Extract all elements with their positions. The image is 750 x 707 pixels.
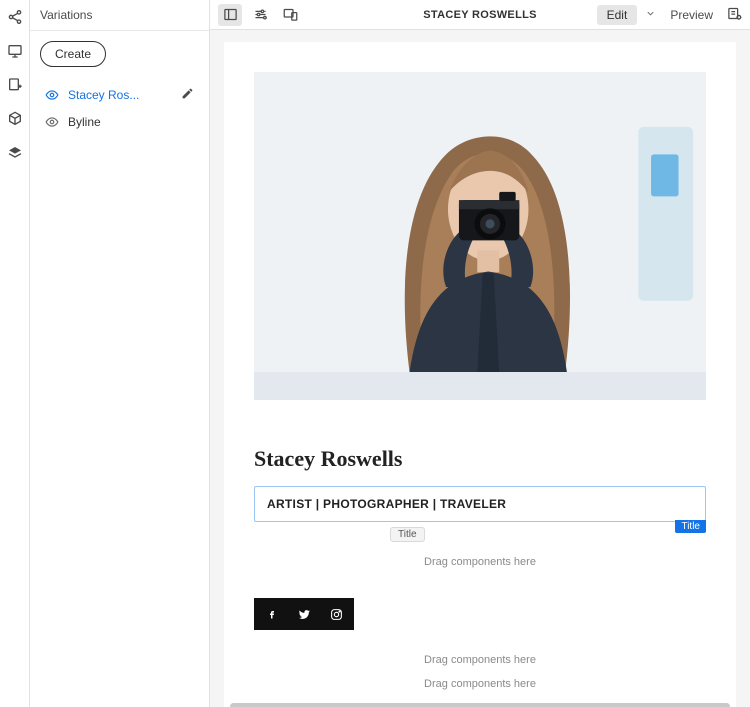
layers-icon[interactable] (6, 144, 24, 162)
variations-list: Stacey Ros... Byline (40, 81, 199, 135)
content-heading[interactable]: Stacey Roswells (254, 446, 706, 472)
drop-zone[interactable]: Drag components here (254, 552, 706, 572)
devices-icon[interactable] (278, 4, 302, 26)
variation-label: Stacey Ros... (68, 88, 181, 102)
page-frame: Stacey Roswells ARTIST | PHOTOGRAPHER | … (224, 42, 736, 707)
top-toolbar: STACEY ROSWELLS Edit Preview (210, 0, 750, 30)
social-bar[interactable] (254, 598, 354, 630)
left-icon-rail (0, 0, 30, 707)
editor-canvas: Stacey Roswells ARTIST | PHOTOGRAPHER | … (210, 30, 750, 707)
properties-icon[interactable] (727, 6, 742, 24)
title-text: ARTIST | PHOTOGRAPHER | TRAVELER (267, 497, 693, 511)
main-area: STACEY ROSWELLS Edit Preview (210, 0, 750, 707)
horizontal-scrollbar[interactable] (230, 703, 730, 707)
preview-button[interactable]: Preview (664, 5, 719, 25)
variation-item-stacey[interactable]: Stacey Ros... (40, 81, 199, 109)
twitter-icon[interactable] (296, 606, 312, 622)
cube-icon[interactable] (6, 110, 24, 128)
layout-panel-icon[interactable] (218, 4, 242, 26)
share-icon[interactable] (6, 8, 24, 26)
variations-header: Variations (30, 0, 209, 31)
drop-zone[interactable]: Drag components here (254, 674, 706, 694)
title-chip[interactable]: Title (390, 527, 425, 542)
title-component[interactable]: ARTIST | PHOTOGRAPHER | TRAVELER Title T… (254, 486, 706, 522)
variation-item-byline[interactable]: Byline (40, 109, 199, 135)
page-add-icon[interactable] (6, 76, 24, 94)
facebook-icon[interactable] (264, 606, 280, 622)
visibility-icon[interactable] (42, 88, 62, 102)
hero-image[interactable] (254, 72, 706, 400)
variation-label: Byline (68, 115, 197, 129)
create-button[interactable]: Create (40, 41, 106, 67)
component-type-badge[interactable]: Title (675, 520, 706, 533)
instagram-icon[interactable] (328, 606, 344, 622)
visibility-icon[interactable] (42, 115, 62, 129)
edit-mode-button[interactable]: Edit (597, 5, 638, 25)
chevron-down-icon[interactable] (645, 8, 656, 22)
page-title: STACEY ROSWELLS (423, 9, 537, 21)
drop-zone[interactable]: Drag components here (254, 650, 706, 670)
variations-panel: Variations Create Stacey Ros... (30, 0, 210, 707)
screen-icon[interactable] (6, 42, 24, 60)
edit-icon[interactable] (181, 87, 197, 103)
sliders-icon[interactable] (248, 4, 272, 26)
